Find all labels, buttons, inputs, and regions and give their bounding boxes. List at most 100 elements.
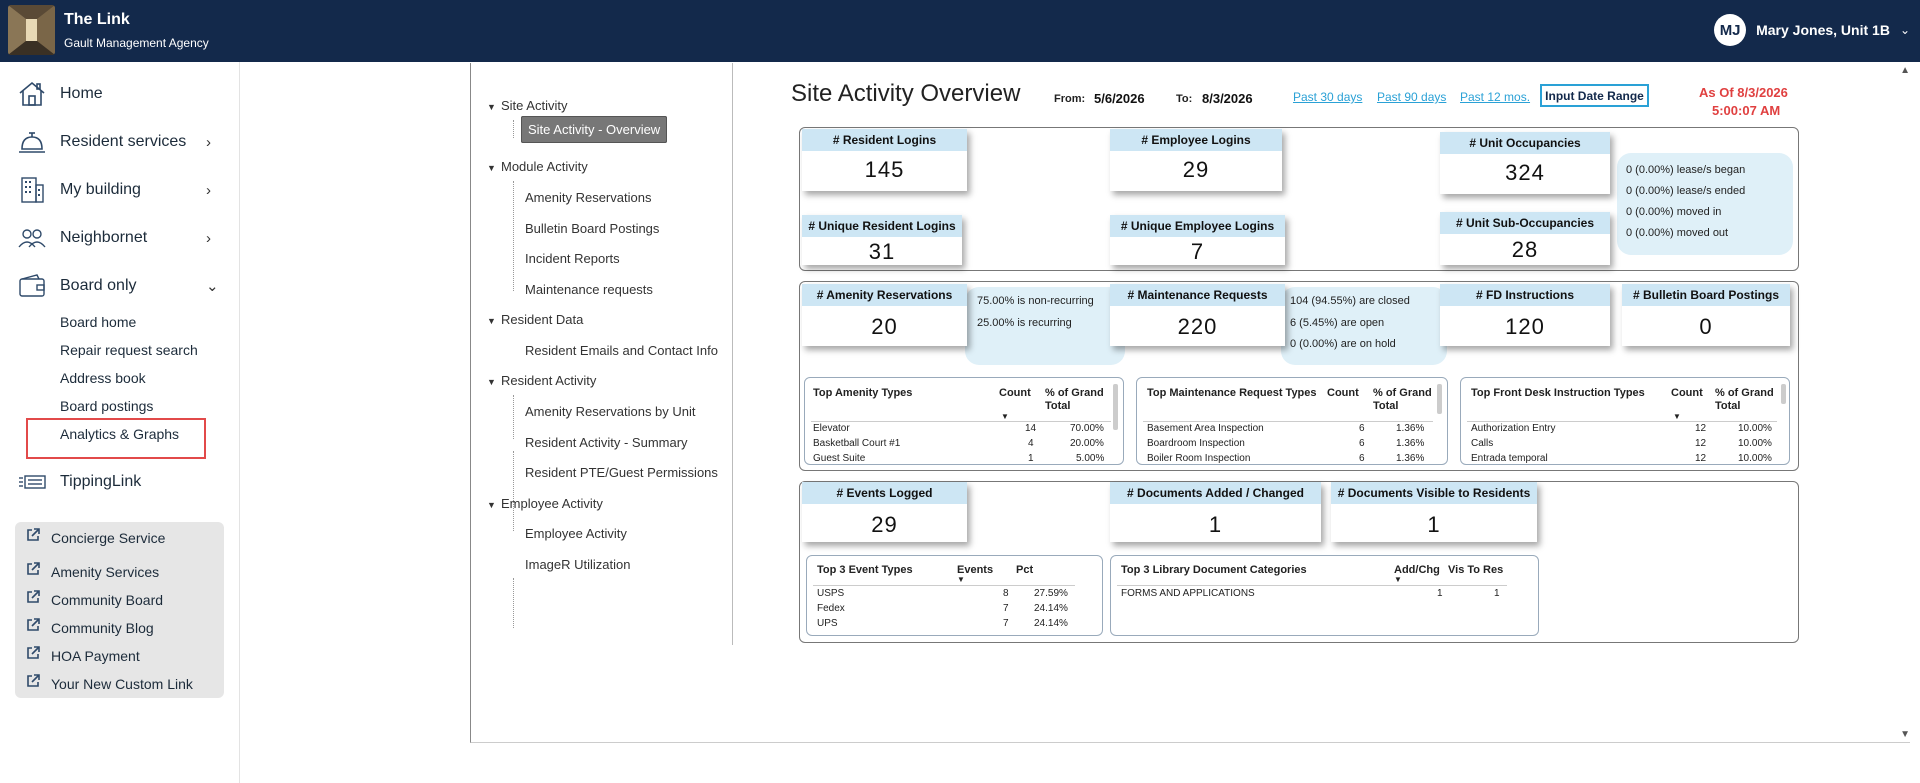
sidebar-item-my-building[interactable]: My building › (0, 170, 240, 210)
past-12-months-link[interactable]: Past 12 mos. (1460, 90, 1530, 104)
tree-guide (513, 120, 514, 138)
note-recurring: 25.00% is recurring (977, 317, 1072, 329)
external-link-amenity-services[interactable]: Amenity Services (25, 561, 159, 582)
kpi-resident-logins: # Resident Logins 145 (802, 129, 967, 191)
past-30-days-link[interactable]: Past 30 days (1293, 90, 1362, 104)
sort-arrow-icon[interactable]: ▼ (1673, 412, 1681, 421)
sidebar-item-label: TippingLink (60, 473, 142, 490)
external-link-custom[interactable]: Your New Custom Link (25, 673, 193, 694)
table-cell: Elevator (813, 423, 850, 434)
external-link-community-blog[interactable]: Community Blog (25, 617, 154, 638)
sidebar-subitem-repair-request-search[interactable]: Repair request search (60, 342, 198, 358)
sort-arrow-icon[interactable]: ▼ (1394, 575, 1402, 584)
avatar: MJ (1714, 14, 1747, 46)
top-bar: The Link Gault Management Agency MJ Mary… (0, 0, 1920, 62)
scroll-up-arrow[interactable]: ▲ (1900, 65, 1910, 76)
header-divider (1143, 421, 1433, 422)
table-event-types[interactable]: Top 3 Event Types Events Pct ▼ USPS 8 27… (806, 555, 1103, 636)
table-scrollbar[interactable] (1781, 384, 1786, 404)
sort-arrow-icon[interactable]: ▼ (957, 575, 965, 584)
table-front-desk-types[interactable]: Top Front Desk Instruction Types Count %… (1460, 377, 1790, 465)
sidebar-item-neighbornet[interactable]: Neighbornet › (0, 218, 240, 258)
tree-item-resident-emails[interactable]: Resident Emails and Contact Info (525, 343, 718, 358)
table-cell: Basketball Court #1 (813, 438, 901, 449)
tree-category-module-activity[interactable]: ▼ Module Activity (487, 159, 588, 174)
column-header: % of Grand Total (1715, 387, 1774, 412)
sidebar-item-board-only[interactable]: Board only ⌄ (0, 266, 240, 306)
kpi-bulletin-board-postings: # Bulletin Board Postings 0 (1622, 284, 1790, 346)
table-maintenance-types[interactable]: Top Maintenance Request Types Count % of… (1136, 377, 1448, 465)
kpi-label: # Resident Logins (802, 129, 967, 151)
tree-item-resident-activity-summary[interactable]: Resident Activity - Summary (525, 435, 688, 450)
kpi-fd-instructions: # FD Instructions 120 (1440, 284, 1610, 346)
column-header: Top Amenity Types (813, 387, 913, 399)
tree-item-site-activity-overview[interactable]: Site Activity - Overview (521, 116, 668, 143)
tree-category-site-activity[interactable]: ▼ Site Activity (487, 98, 567, 113)
kpi-label: # FD Instructions (1440, 284, 1610, 306)
tree-item-amenity-reservations[interactable]: Amenity Reservations (525, 190, 651, 205)
tree-item-maintenance-requests[interactable]: Maintenance requests (525, 282, 653, 297)
table-cell: 1 (1437, 588, 1443, 599)
note-non-recurring: 75.00% is non-recurring (977, 295, 1094, 307)
kpi-value: 1 (1208, 512, 1223, 537)
tree-item-resident-pte-guest[interactable]: Resident PTE/Guest Permissions (525, 465, 718, 480)
sidebar-item-resident-services[interactable]: Resident services › (0, 122, 240, 162)
scroll-down-arrow[interactable]: ▼ (1900, 729, 1910, 740)
tree-item-bulletin-board-postings[interactable]: Bulletin Board Postings (525, 221, 659, 236)
table-cell: 70.00% (1070, 423, 1104, 434)
kpi-value: 20 (871, 314, 898, 339)
external-link-icon (25, 589, 41, 610)
table-scrollbar[interactable] (1437, 384, 1442, 414)
sidebar-subitem-address-book[interactable]: Address book (60, 370, 146, 386)
to-date[interactable]: 8/3/2026 (1202, 91, 1253, 106)
table-cell: 24.14% (1034, 618, 1068, 629)
tree-item-imager-utilization[interactable]: ImageR Utilization (525, 557, 631, 572)
sidebar-subitem-board-home[interactable]: Board home (60, 314, 136, 330)
tree-category-resident-activity[interactable]: ▼ Resident Activity (487, 373, 596, 388)
building-icon (16, 174, 48, 206)
table-document-categories[interactable]: Top 3 Library Document Categories Add/Ch… (1110, 555, 1539, 636)
sidebar-item-tippinglink[interactable]: TippingLink (0, 462, 240, 502)
tree-item-employee-activity[interactable]: Employee Activity (525, 526, 627, 541)
tree-category-employee-activity[interactable]: ▼ Employee Activity (487, 496, 603, 511)
from-label: From: (1054, 93, 1086, 105)
table-scrollbar[interactable] (1113, 384, 1118, 430)
column-header: Top Maintenance Request Types (1147, 387, 1317, 399)
past-90-days-link[interactable]: Past 90 days (1377, 90, 1446, 104)
table-cell: 6 (1359, 423, 1365, 434)
kpi-value: 1 (1427, 512, 1441, 537)
table-amenity-types[interactable]: Top Amenity Types Count % of Grand Total… (804, 377, 1124, 465)
external-link-icon (25, 527, 41, 548)
tree-guide (513, 578, 514, 628)
table-cell: Boardroom Inspection (1147, 438, 1245, 449)
kpi-value: 29 (1182, 157, 1210, 182)
sidebar-subitem-board-postings[interactable]: Board postings (60, 398, 153, 414)
tree-item-incident-reports[interactable]: Incident Reports (525, 251, 620, 266)
sort-arrow-icon[interactable]: ▼ (1001, 412, 1009, 421)
building-logo[interactable] (8, 5, 55, 55)
tree-category-resident-data[interactable]: ▼ Resident Data (487, 312, 583, 327)
external-link-community-board[interactable]: Community Board (25, 589, 163, 610)
chevron-right-icon: › (206, 133, 211, 151)
kpi-value: 0 (1699, 314, 1713, 339)
header-divider (1117, 585, 1507, 586)
sidebar-item-home[interactable]: Home (0, 74, 240, 114)
occupancy-notes: 0 (0.00%) lease/s began 0 (0.00%) lease/… (1617, 153, 1793, 255)
kpi-label: # Amenity Reservations (802, 284, 967, 306)
kpi-label: # Unit Occupancies (1440, 132, 1610, 154)
user-menu[interactable]: MJ Mary Jones, Unit 1B ⌄ (1714, 14, 1910, 46)
input-date-range-button[interactable]: Input Date Range (1540, 84, 1649, 107)
kpi-documents-added: # Documents Added / Changed 1 (1110, 482, 1321, 542)
table-cell: UPS (817, 618, 838, 629)
kpi-unique-employee-logins: # Unique Employee Logins 7 (1110, 215, 1285, 265)
app-title: The Link (64, 11, 130, 28)
table-cell: FORMS AND APPLICATIONS (1121, 588, 1255, 599)
external-link-hoa-payment[interactable]: HOA Payment (25, 645, 140, 666)
external-link-concierge-service[interactable]: Concierge Service (25, 527, 165, 548)
tree-item-label: Site Activity - Overview (521, 116, 668, 143)
tree-item-amenity-reservations-by-unit[interactable]: Amenity Reservations by Unit (525, 404, 696, 419)
kpi-unit-occupancies: # Unit Occupancies 324 (1440, 132, 1610, 194)
table-cell: 12 (1695, 438, 1707, 449)
from-date[interactable]: 5/6/2026 (1094, 91, 1145, 106)
note-open: 6 (5.45%) are open (1290, 317, 1385, 329)
